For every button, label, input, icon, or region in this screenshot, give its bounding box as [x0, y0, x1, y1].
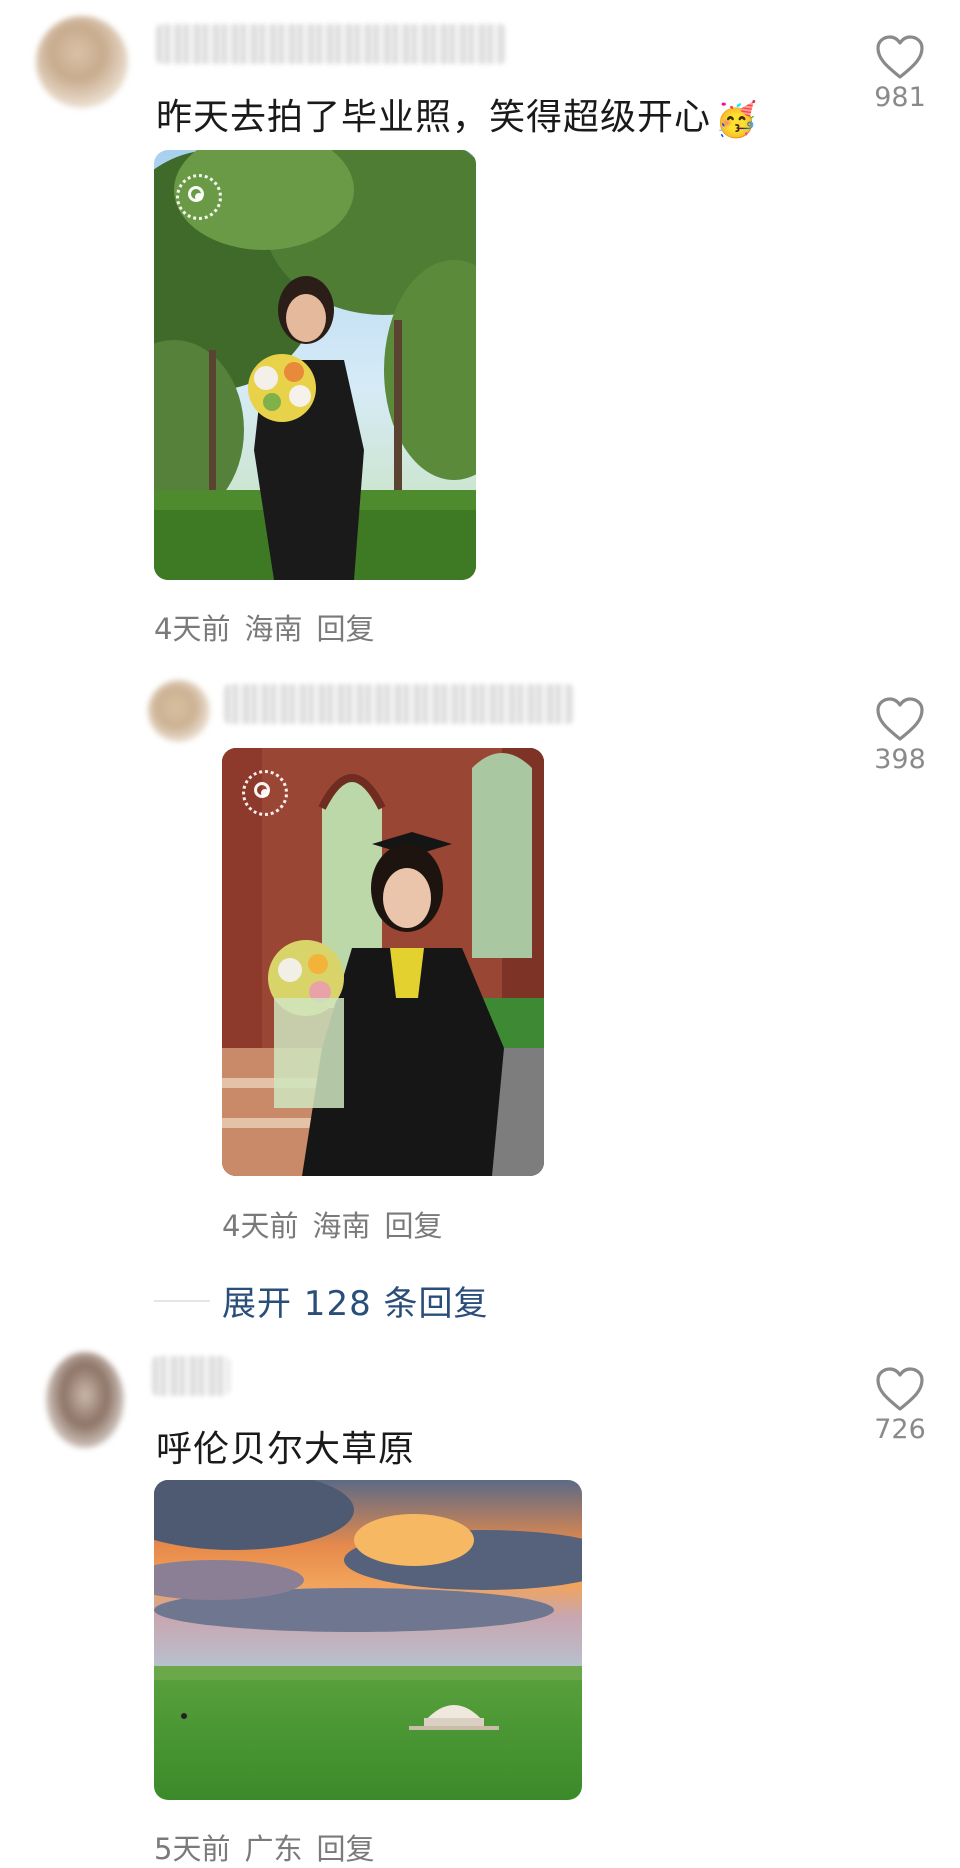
avatar[interactable] — [46, 1352, 124, 1448]
like-count: 398 — [874, 744, 926, 775]
reply-button[interactable]: 回复 — [316, 612, 374, 646]
like-button[interactable]: 981 — [855, 34, 945, 113]
heart-icon — [876, 697, 924, 741]
heart-icon — [876, 1367, 924, 1411]
comment-location: 广东 — [244, 1832, 303, 1866]
reply-button[interactable]: 回复 — [384, 1209, 442, 1243]
reply-button[interactable]: 回复 — [316, 1832, 374, 1866]
username-blurred[interactable] — [156, 24, 506, 64]
comment-meta: 4天前 海南 回复 — [154, 606, 388, 648]
comment-text-content: 昨天去拍了毕业照，笑得超级开心 — [156, 97, 712, 138]
comment-photo[interactable] — [154, 150, 476, 580]
like-button[interactable]: 726 — [855, 1366, 945, 1445]
expand-replies-button[interactable]: 展开 128 条回复 — [222, 1276, 489, 1325]
emoji-party: 🥳 — [715, 100, 759, 140]
expand-divider — [154, 1300, 210, 1302]
comment-text: 昨天去拍了毕业照，笑得超级开心 🥳 — [156, 88, 758, 140]
like-count: 981 — [874, 82, 926, 113]
username-blurred[interactable] — [224, 684, 574, 724]
like-button[interactable]: 398 — [855, 696, 945, 775]
grassland-sunset-photo — [154, 1480, 582, 1800]
avatar[interactable] — [148, 680, 210, 742]
comment-time: 4天前 — [222, 1209, 299, 1243]
live-photo-icon — [242, 770, 288, 816]
comment-meta: 5天前 广东 回复 — [154, 1826, 388, 1868]
comment-location: 海南 — [312, 1209, 371, 1243]
comment-photo[interactable] — [222, 748, 544, 1176]
comment-text: 呼伦贝尔大草原 — [156, 1429, 416, 1470]
comment-time: 4天前 — [154, 612, 231, 646]
comment-time: 5天前 — [154, 1832, 231, 1866]
avatar[interactable] — [36, 16, 128, 108]
heart-icon — [876, 35, 924, 79]
comment-meta: 4天前 海南 回复 — [222, 1203, 456, 1245]
username-blurred[interactable] — [152, 1356, 230, 1396]
live-photo-icon — [176, 174, 222, 220]
like-count: 726 — [874, 1414, 926, 1445]
comment-photo[interactable] — [154, 1480, 582, 1800]
comment-location: 海南 — [244, 612, 303, 646]
